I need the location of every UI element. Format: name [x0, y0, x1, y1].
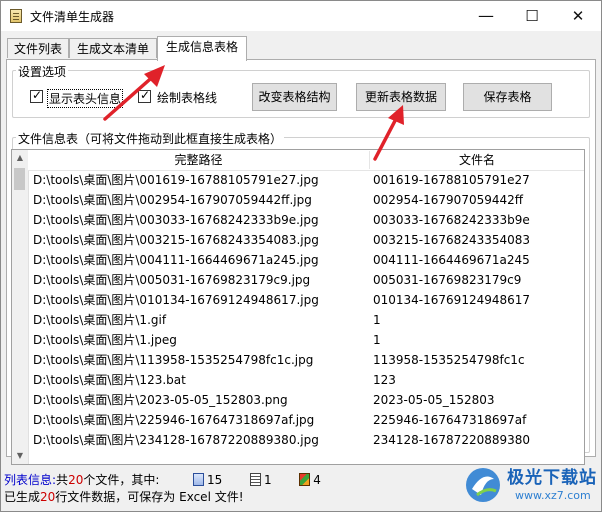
window-title: 文件清单生成器	[30, 10, 115, 24]
check-icon: ✓	[32, 88, 43, 102]
document-file-icon	[249, 473, 261, 486]
settings-group-label: 设置选项	[16, 63, 69, 80]
watermark-name: 极光下载站	[507, 468, 597, 488]
table-row[interactable]: D:\tools\桌面\图片\1.jpeg 1	[28, 330, 584, 350]
minimize-button[interactable]: —	[463, 1, 509, 31]
table-row[interactable]: D:\tools\桌面\图片\2023-05-05_152803.png 2023…	[28, 390, 584, 410]
tab-file-list[interactable]: 文件列表	[7, 38, 69, 58]
table-row[interactable]: D:\tools\桌面\图片\003033-16768242333b9e.jpg…	[28, 210, 584, 230]
cell-file-name: 001619-16788105791e27	[373, 173, 530, 187]
scroll-up-icon[interactable]: ▲	[12, 150, 28, 166]
cell-full-path: D:\tools\桌面\图片\001619-16788105791e27.jpg	[33, 173, 319, 187]
status-total-suffix: 个文件，其中:	[83, 473, 160, 487]
cell-full-path: D:\tools\桌面\图片\234128-16787220889380.jpg	[33, 433, 319, 447]
watermark-logo-icon	[466, 468, 500, 502]
cell-file-name: 1	[373, 313, 381, 327]
table-row[interactable]: D:\tools\桌面\图片\225946-167647318697af.jpg…	[28, 410, 584, 430]
app-window: 文件清单生成器 — ☐ ✕ 文件列表 生成文本清单 生成信息表格 设置选项 ✓ …	[0, 0, 602, 512]
cell-full-path: D:\tools\桌面\图片\010134-16769124948617.jpg	[33, 293, 319, 307]
table-row[interactable]: D:\tools\桌面\图片\113958-1535254798fc1c.jpg…	[28, 350, 584, 370]
cell-file-name: 1	[373, 333, 381, 347]
cell-file-name: 225946-167647318697af	[373, 413, 527, 427]
cell-file-name: 003033-16768242333b9e	[373, 213, 530, 227]
cell-full-path: D:\tools\桌面\图片\002954-167907059442ff.jpg	[33, 193, 312, 207]
annotation-arrow-to-tab	[103, 65, 165, 121]
save-table-button[interactable]: 保存表格	[463, 83, 552, 111]
cell-full-path: D:\tools\桌面\图片\004111-1664469671a245.jpg	[33, 253, 319, 267]
table-row[interactable]: D:\tools\桌面\图片\123.bat 123	[28, 370, 584, 390]
tab-generate-text-list[interactable]: 生成文本清单	[69, 38, 157, 58]
watermark: 极光下载站 www.xz7.com	[463, 459, 601, 509]
table-row[interactable]: D:\tools\桌面\图片\010134-16769124948617.jpg…	[28, 290, 584, 310]
cell-full-path: D:\tools\桌面\图片\1.jpeg	[33, 333, 177, 347]
tab-generate-info-table[interactable]: 生成信息表格	[157, 36, 247, 61]
table-row[interactable]: D:\tools\桌面\图片\005031-16769823179c9.jpg 0…	[28, 270, 584, 290]
cell-file-name: 003215-16768243354083	[373, 233, 531, 247]
cell-full-path: D:\tools\桌面\图片\123.bat	[33, 373, 186, 387]
status-line-2: 已生成20行文件数据，可保存为 Excel 文件!	[4, 488, 244, 505]
cell-full-path: D:\tools\桌面\图片\113958-1535254798fc1c.jpg	[33, 353, 314, 367]
show-header-checkbox[interactable]: ✓	[30, 88, 43, 103]
status-generated-suffix: 行文件数据，可保存为 Excel 文件!	[55, 490, 244, 504]
cell-full-path: D:\tools\桌面\图片\225946-167647318697af.jpg	[33, 413, 315, 427]
status-image-count: 15	[207, 473, 223, 487]
status-generated-prefix: 已生成	[4, 490, 41, 504]
file-info-table[interactable]: ▲ ▼ 完整路径 文件名 D:\tools\桌面\图片\001619-16788…	[11, 149, 585, 465]
annotation-arrow-to-update-button	[373, 105, 404, 161]
app-notepad-icon	[10, 9, 22, 23]
column-header-full-path[interactable]: 完整路径	[28, 150, 369, 170]
title-bar[interactable]: 文件清单生成器 — ☐ ✕	[1, 1, 601, 31]
status-line-1: 列表信息:共20个文件，其中: 15 1 4	[4, 471, 321, 488]
change-table-structure-button[interactable]: 改变表格结构	[252, 83, 337, 111]
cell-file-name: 123	[373, 373, 396, 387]
cell-file-name: 010134-16769124948617	[373, 293, 531, 307]
table-header: 完整路径 文件名	[28, 150, 584, 171]
scroll-down-icon[interactable]: ▼	[12, 448, 28, 464]
watermark-url: www.xz7.com	[515, 489, 591, 502]
status-document-count: 1	[263, 473, 272, 487]
cell-full-path: D:\tools\桌面\图片\005031-16769823179c9.jpg	[33, 273, 311, 287]
status-row-count: 20	[40, 490, 56, 504]
cell-full-path: D:\tools\桌面\图片\1.gif	[33, 313, 167, 327]
status-total-prefix: 共	[56, 473, 69, 487]
cell-full-path: D:\tools\桌面\图片\003033-16768242333b9e.jpg	[33, 213, 319, 227]
status-file-count: 20	[68, 473, 84, 487]
status-list-info-label: 列表信息:	[4, 473, 57, 487]
table-row[interactable]: D:\tools\桌面\图片\002954-167907059442ff.jpg…	[28, 190, 584, 210]
cell-file-name: 113958-1535254798fc1c	[373, 353, 525, 367]
cell-full-path: D:\tools\桌面\图片\2023-05-05_152803.png	[33, 393, 288, 407]
info-table-group-label: 文件信息表（可将文件拖动到此框直接生成表格）	[16, 130, 285, 147]
scroll-thumb[interactable]	[14, 168, 25, 190]
table-row[interactable]: D:\tools\桌面\图片\001619-16788105791e27.jpg…	[28, 170, 584, 190]
close-button[interactable]: ✕	[555, 1, 601, 31]
image-file-icon	[193, 473, 205, 486]
maximize-button[interactable]: ☐	[509, 1, 555, 31]
cell-file-name: 005031-16769823179c9	[373, 273, 522, 287]
cell-file-name: 234128-16787220889380	[373, 433, 531, 447]
cell-full-path: D:\tools\桌面\图片\003215-16768243354083.jpg	[33, 233, 319, 247]
status-other-count: 4	[313, 473, 321, 487]
vertical-scrollbar[interactable]: ▲ ▼	[12, 150, 29, 464]
table-row[interactable]: D:\tools\桌面\图片\1.gif 1	[28, 310, 584, 330]
other-file-icon	[299, 473, 311, 486]
cell-file-name: 004111-1664469671a245	[373, 253, 530, 267]
cell-file-name: 2023-05-05_152803	[373, 393, 495, 407]
cell-file-name: 002954-167907059442ff	[373, 193, 524, 207]
table-row[interactable]: D:\tools\桌面\图片\004111-1664469671a245.jpg…	[28, 250, 584, 270]
table-row[interactable]: D:\tools\桌面\图片\003215-16768243354083.jpg…	[28, 230, 584, 250]
table-row[interactable]: D:\tools\桌面\图片\234128-16787220889380.jpg…	[28, 430, 584, 450]
